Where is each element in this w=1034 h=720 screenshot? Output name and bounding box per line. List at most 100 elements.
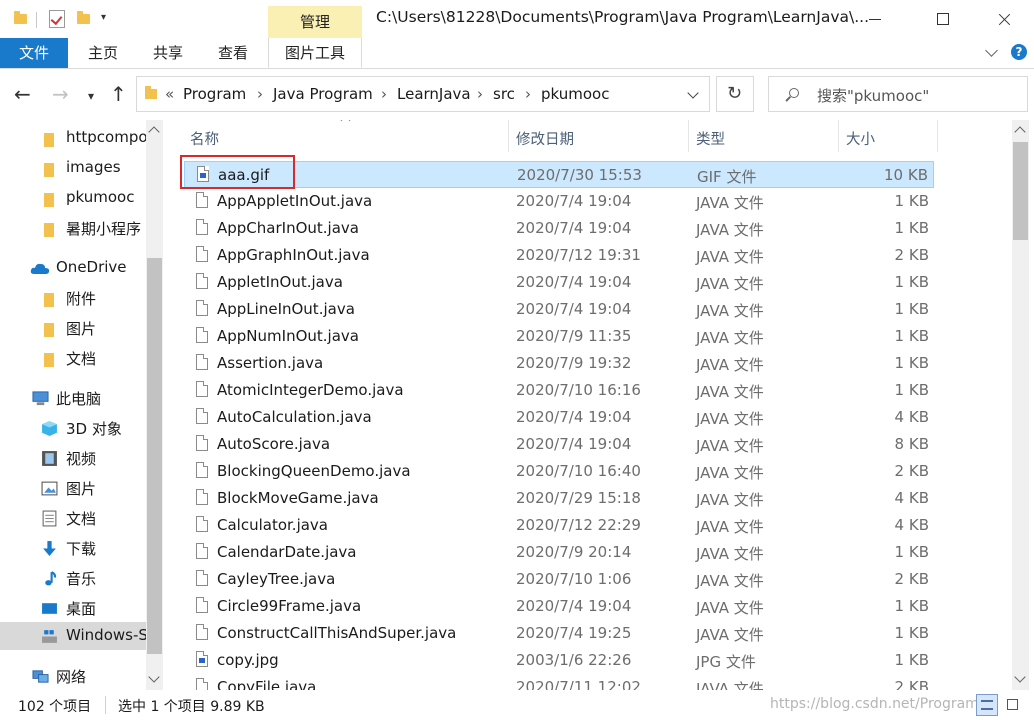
file-row[interactable]: CayleyTree.java 2020/7/10 1:06 JAVA 文件 2 KB <box>184 566 934 593</box>
maximize-button[interactable] <box>920 0 966 38</box>
forward-button[interactable]: → <box>52 84 69 104</box>
file-row[interactable]: BlockMoveGame.java 2020/7/29 15:18 JAVA 文件… <box>184 485 934 512</box>
file-row[interactable]: AtomicIntegerDemo.java 2020/7/10 16:16 JAV… <box>184 377 934 404</box>
file-row[interactable]: AppCharInOut.java 2020/7/4 19:04 JAVA 文件 1 … <box>184 215 934 242</box>
breadcrumb-program[interactable]: Program <box>183 85 246 103</box>
nav-item-onedrive-pictures[interactable]: 图片 <box>0 314 146 342</box>
file-type: JAVA 文件 <box>696 329 764 347</box>
breadcrumb-java-program[interactable]: Java Program <box>273 85 373 103</box>
breadcrumb-separator[interactable]: › <box>525 85 531 103</box>
breadcrumb-separator[interactable]: › <box>257 85 263 103</box>
search-input[interactable]: 搜索"pkumooc" <box>817 85 929 106</box>
file-row[interactable]: Assertion.java 2020/7/9 19:32 JAVA 文件 1 KB <box>184 350 934 377</box>
nav-item-httpcompo[interactable]: httpcompo <box>0 124 148 152</box>
nav-item-summer-programs[interactable]: 暑期小程序 <box>0 214 146 242</box>
column-divider[interactable] <box>688 120 689 152</box>
file-row[interactable]: AppGraphInOut.java 2020/7/12 19:31 JAVA 文件… <box>184 242 934 269</box>
expand-ribbon-icon[interactable] <box>985 44 998 57</box>
tab-view[interactable]: 查看 <box>218 38 248 68</box>
nav-item-3d-objects[interactable]: 3D 对象 <box>0 414 146 442</box>
tab-share[interactable]: 共享 <box>153 38 183 68</box>
new-folder-icon[interactable] <box>77 11 90 24</box>
file-icon <box>196 246 208 262</box>
nav-scroll-thumb[interactable] <box>147 258 162 654</box>
file-type: JAVA 文件 <box>696 275 764 293</box>
help-icon[interactable]: ? <box>1011 44 1027 60</box>
file-list-scrollbar[interactable] <box>1012 120 1029 690</box>
details-view-button[interactable] <box>976 694 998 716</box>
column-header-type[interactable]: 类型 <box>696 128 725 149</box>
address-bar[interactable]: « Program › Java Program › LearnJava › s… <box>136 76 710 112</box>
nav-item-images[interactable]: images <box>0 154 146 182</box>
file-row[interactable]: ConstructCallThisAndSuper.java 2020/7/4 1… <box>184 620 934 647</box>
tab-picture-tools[interactable]: 图片工具 <box>268 38 362 68</box>
column-divider[interactable] <box>937 120 938 152</box>
address-dropdown-icon[interactable] <box>687 87 699 99</box>
column-header-size[interactable]: 大小 <box>846 128 875 149</box>
watermark: https://blog.csdn.net/Program... <box>770 696 993 712</box>
file-row[interactable]: aaa.gif 2020/7/30 15:53 GIF 文件 10 KB <box>184 161 934 188</box>
nav-item-attachments[interactable]: 附件 <box>0 284 146 312</box>
breadcrumb-src[interactable]: src <box>493 85 515 103</box>
file-row[interactable]: Calculator.java 2020/7/12 22:29 JAVA 文件 4 K… <box>184 512 934 539</box>
file-row[interactable]: AutoCalculation.java 2020/7/4 19:04 JAVA 文… <box>184 404 934 431</box>
context-tab-header[interactable]: 管理 <box>268 6 362 38</box>
nav-item-this-pc[interactable]: 此电脑 <box>0 384 146 412</box>
file-size: 2 KB <box>894 462 929 480</box>
refresh-button[interactable]: ↻ <box>716 76 754 112</box>
file-row[interactable]: AppNumInOut.java 2020/7/9 11:35 JAVA 文件 1 K… <box>184 323 934 350</box>
minimize-button[interactable] <box>852 0 898 38</box>
close-button[interactable] <box>981 0 1027 38</box>
column-divider[interactable] <box>838 120 839 152</box>
file-icon <box>196 489 208 505</box>
nav-item-documents[interactable]: 文档 <box>0 504 146 532</box>
tab-home[interactable]: 主页 <box>88 38 118 68</box>
column-header-name[interactable]: 名称 <box>190 128 219 149</box>
back-button[interactable]: ← <box>14 84 31 104</box>
file-row[interactable]: AutoScore.java 2020/7/4 19:04 JAVA 文件 8 KB <box>184 431 934 458</box>
nav-item-onedrive[interactable]: OneDrive <box>0 254 146 282</box>
file-row[interactable]: AppletInOut.java 2020/7/4 19:04 JAVA 文件 1 K… <box>184 269 934 296</box>
scroll-down-icon[interactable] <box>1014 671 1026 683</box>
breadcrumb-separator[interactable]: › <box>381 85 387 103</box>
scroll-up-icon[interactable] <box>148 126 160 138</box>
file-list-scroll-thumb[interactable] <box>1013 142 1028 240</box>
scroll-down-icon[interactable] <box>148 671 160 683</box>
large-icons-view-button[interactable] <box>1002 694 1024 716</box>
file-row[interactable]: BlockingQueenDemo.java 2020/7/10 16:40 JAV… <box>184 458 934 485</box>
file-row[interactable]: AppAppletInOut.java 2020/7/4 19:04 JAVA 文件… <box>184 188 934 215</box>
file-size: 1 KB <box>894 597 929 615</box>
nav-item-music[interactable]: 音乐 <box>0 564 146 592</box>
nav-item-network[interactable]: 网络 <box>0 662 146 690</box>
desktop-icon <box>42 603 57 614</box>
nav-item-onedrive-documents[interactable]: 文档 <box>0 344 146 372</box>
customize-qat-icon[interactable]: ▾ <box>101 12 106 23</box>
nav-item-windows-drive[interactable]: Windows-S <box>0 622 148 650</box>
nav-item-pkumooc[interactable]: pkumooc <box>0 184 146 212</box>
recent-locations-button[interactable]: ▾ <box>88 86 94 106</box>
up-button[interactable]: ↑ <box>110 84 127 104</box>
nav-pane-scrollbar[interactable] <box>146 120 163 690</box>
column-divider[interactable] <box>508 120 509 152</box>
file-icon <box>196 327 208 343</box>
column-header-date[interactable]: 修改日期 <box>516 128 574 149</box>
file-row[interactable]: AppLineInOut.java 2020/7/4 19:04 JAVA 文件 1 … <box>184 296 934 323</box>
file-type: JAVA 文件 <box>696 383 764 401</box>
nav-item-label: 此电脑 <box>56 390 102 408</box>
file-row[interactable]: copy.jpg 2003/1/6 22:26 JPG 文件 1 KB <box>184 647 934 674</box>
tab-file[interactable]: 文件 <box>0 38 68 68</box>
breadcrumb-learnjava[interactable]: LearnJava <box>397 85 471 103</box>
breadcrumb-separator[interactable]: › <box>477 85 483 103</box>
nav-item-pictures[interactable]: 图片 <box>0 474 146 502</box>
scroll-up-icon[interactable] <box>1014 126 1026 138</box>
file-row[interactable]: CalendarDate.java 2020/7/9 20:14 JAVA 文件 1 … <box>184 539 934 566</box>
breadcrumb-overflow[interactable]: « <box>165 85 174 103</box>
nav-item-videos[interactable]: 视频 <box>0 444 146 472</box>
breadcrumb-pkumooc[interactable]: pkumooc <box>541 85 609 103</box>
file-row[interactable]: CopyFile.java 2020/7/11 12:02 JAVA 文件 2 KB <box>184 674 934 690</box>
properties-icon[interactable] <box>49 10 65 28</box>
file-row[interactable]: Circle99Frame.java 2020/7/4 19:04 JAVA 文件 1… <box>184 593 934 620</box>
nav-item-downloads[interactable]: 下载 <box>0 534 146 562</box>
nav-item-desktop[interactable]: 桌面 <box>0 594 146 622</box>
search-box[interactable]: 搜索"pkumooc" <box>768 76 1028 112</box>
